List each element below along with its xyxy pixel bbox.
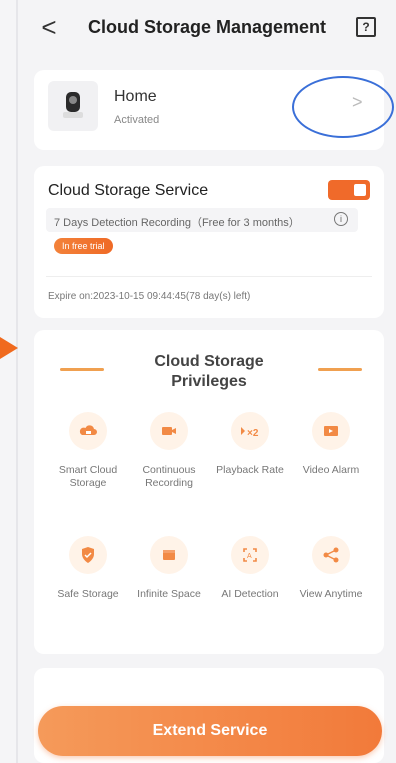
device-card[interactable]: Home Activated > <box>34 70 394 150</box>
privilege-video-alarm: Video Alarm <box>296 412 366 477</box>
video-camera-icon <box>150 412 188 450</box>
privilege-label: Safe Storage <box>57 588 119 600</box>
privilege-infinite-space: Infinite Space <box>134 536 204 601</box>
privilege-label: Playback Rate <box>216 464 284 476</box>
privilege-label: Smart Cloud Storage <box>58 464 118 489</box>
service-card: Cloud Storage Service 7 Days Detection R… <box>34 166 384 318</box>
privilege-ai-detection: A AI Detection <box>215 536 285 601</box>
box-icon <box>150 536 188 574</box>
privilege-label: Infinite Space <box>137 588 201 600</box>
video-alarm-icon <box>312 412 350 450</box>
privilege-view-anytime: View Anytime <box>296 536 366 601</box>
expire-text: Expire on:2023-10-15 09:44:45(78 day(s) … <box>48 291 251 302</box>
shield-icon <box>69 536 107 574</box>
info-icon[interactable]: i <box>334 212 348 226</box>
highlight-circle <box>292 76 394 138</box>
privilege-label: AI Detection <box>221 588 279 600</box>
privilege-label: Continuous Recording <box>142 464 196 489</box>
privileges-card: Cloud Storage Privileges Smart Cloud Sto… <box>34 330 384 654</box>
back-button[interactable]: < <box>34 12 64 42</box>
service-description: 7 Days Detection Recording（Free for 3 mo… <box>54 217 300 229</box>
divider <box>46 276 372 277</box>
camera-base <box>63 112 83 118</box>
playback-rate-icon: ×2 <box>231 412 269 450</box>
chevron-right-icon[interactable]: > <box>352 92 363 113</box>
page-title: Cloud Storage Management <box>88 17 327 37</box>
privilege-label: View Anytime <box>299 588 363 600</box>
title-decoration-left <box>60 368 104 371</box>
privilege-smart-cloud-storage: Smart Cloud Storage <box>53 412 123 490</box>
arrow-marker-icon <box>0 337 18 359</box>
share-icon <box>312 536 350 574</box>
privilege-continuous-recording: Continuous Recording <box>134 412 204 490</box>
title-decoration-right <box>318 368 362 371</box>
ai-detection-icon: A <box>231 536 269 574</box>
extend-service-button[interactable]: Extend Service <box>38 706 382 756</box>
privilege-playback-rate: ×2 Playback Rate <box>215 412 285 477</box>
trial-badge: In free trial <box>54 238 113 254</box>
cloud-camera-icon <box>69 412 107 450</box>
device-name: Home <box>114 88 157 105</box>
service-title: Cloud Storage Service <box>48 182 209 199</box>
device-status: Activated <box>114 114 160 126</box>
privilege-label: Video Alarm <box>302 464 360 476</box>
privilege-safe-storage: Safe Storage <box>53 536 123 601</box>
camera-icon <box>66 92 80 112</box>
device-thumbnail <box>48 81 98 131</box>
privileges-title: Cloud Storage Privileges <box>154 353 264 390</box>
svg-text:A: A <box>247 553 252 560</box>
svg-text:×2: ×2 <box>247 428 259 439</box>
help-icon[interactable]: ? <box>356 17 376 37</box>
service-toggle[interactable] <box>328 180 370 200</box>
